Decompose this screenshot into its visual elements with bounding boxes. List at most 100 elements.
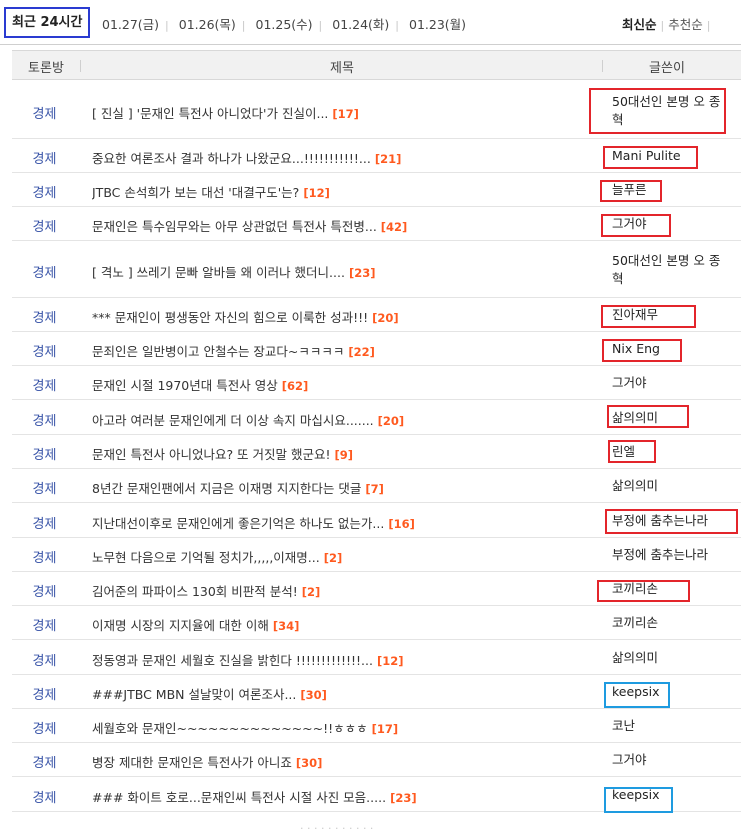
- comment-count[interactable]: [16]: [388, 517, 415, 531]
- comment-count[interactable]: [21]: [375, 152, 402, 166]
- comment-count[interactable]: [7]: [365, 482, 384, 496]
- board-category-link[interactable]: 경제: [12, 547, 77, 566]
- author-name[interactable]: 삶의의미: [612, 649, 741, 667]
- comment-count[interactable]: [20]: [372, 311, 399, 325]
- author-name[interactable]: 진아재무: [612, 306, 741, 324]
- author-name[interactable]: 린엘: [612, 443, 741, 461]
- post-title: 이재명 시장의 지지율에 대한 이해 [34]: [92, 615, 602, 634]
- post-title-link[interactable]: 문죄인은 일반병이고 안철수는 장교다~ㅋㅋㅋㅋ: [92, 344, 344, 359]
- comment-count[interactable]: [62]: [282, 379, 309, 393]
- author-name[interactable]: Mani Pulite: [612, 147, 741, 165]
- post-title-link[interactable]: *** 문재인이 평생동안 자신의 힘으로 이룩한 성과!!!: [92, 310, 368, 325]
- author-name[interactable]: 늘푸른: [612, 181, 741, 199]
- post-title-link[interactable]: 노무현 다음으로 기억될 정치가,,,,,이재명...: [92, 550, 320, 565]
- author-name[interactable]: keepsix: [612, 683, 741, 701]
- board-category-link[interactable]: 경제: [12, 375, 77, 394]
- tab-date-0127[interactable]: 01.27(금): [102, 17, 159, 32]
- comment-count[interactable]: [9]: [335, 448, 354, 462]
- board-category-link[interactable]: 경제: [12, 341, 77, 360]
- tab-date-0124[interactable]: 01.24(화): [332, 17, 389, 32]
- author-name[interactable]: Nix Eng: [612, 340, 741, 358]
- post-title-link[interactable]: 문재인은 특수임무와는 아무 상관없던 특전사 특전병...: [92, 219, 377, 234]
- comment-count[interactable]: [23]: [349, 266, 376, 280]
- comment-count[interactable]: [30]: [300, 688, 327, 702]
- post-title: 병장 제대한 문재인은 특전사가 아니죠 [30]: [92, 752, 602, 771]
- post-title-link[interactable]: 문재인 특전사 아니었나요? 또 거짓말 했군요!: [92, 447, 331, 462]
- author-name[interactable]: 50대선인 본명 오 종혁: [612, 252, 724, 288]
- post-title-link[interactable]: ###JTBC MBN 설날맞이 여론조사...: [92, 687, 296, 702]
- board-category-link[interactable]: 경제: [12, 650, 77, 669]
- post-title-link[interactable]: 중요한 여론조사 결과 하나가 나왔군요...!!!!!!!!!!!...: [92, 151, 371, 166]
- post-title-link[interactable]: [ 격노 ] 쓰레기 문빠 알바들 왜 이러나 했더니....: [92, 265, 345, 280]
- post-title: [ 격노 ] 쓰레기 문빠 알바들 왜 이러나 했더니.... [23]: [92, 262, 602, 281]
- author-name[interactable]: 부정에 춤추는나라: [612, 512, 741, 530]
- post-title: *** 문재인이 평생동안 자신의 힘으로 이룩한 성과!!! [20]: [92, 307, 602, 326]
- comment-count[interactable]: [17]: [372, 722, 399, 736]
- tab-recent-24h[interactable]: 최근 24시간: [4, 7, 91, 38]
- author-name[interactable]: 삶의의미: [612, 477, 741, 495]
- board-category-link[interactable]: 경제: [12, 513, 77, 532]
- date-filter-bar: 최근 24시간 01.27(금) | 01.26(목) | 01.25(수) | 01…: [0, 0, 741, 45]
- table-row: 경제 문죄인은 일반병이고 안철수는 장교다~ㅋㅋㅋㅋ [22] Nix Eng: [12, 332, 741, 366]
- sort-latest-link[interactable]: 최신순: [622, 17, 657, 32]
- comment-count[interactable]: [12]: [303, 186, 330, 200]
- author-name[interactable]: 코끼리손: [612, 580, 741, 598]
- divider: [80, 60, 81, 72]
- table-row: 경제 8년간 문재인팬에서 지금은 이재명 지지한다는 댓글 [7] 삶의의미: [12, 469, 741, 503]
- divider: |: [165, 19, 169, 32]
- post-title-link[interactable]: 지난대선이후로 문재인에게 좋은기억은 하나도 없는가...: [92, 516, 384, 531]
- post-title: 세월호와 문재인~~~~~~~~~~~~~~!!ㅎㅎㅎ [17]: [92, 718, 602, 737]
- post-title-link[interactable]: 아고라 여러분 문재인에게 더 이상 속지 마십시요.......: [92, 413, 374, 428]
- board-category-link[interactable]: 경제: [12, 787, 77, 806]
- comment-count[interactable]: [34]: [273, 619, 300, 633]
- post-title-link[interactable]: 이재명 시장의 지지율에 대한 이해: [92, 618, 269, 633]
- comment-count[interactable]: [2]: [324, 551, 343, 565]
- comment-count[interactable]: [30]: [296, 756, 323, 770]
- board-category-link[interactable]: 경제: [12, 478, 77, 497]
- board-category-link[interactable]: 경제: [12, 752, 77, 771]
- author-name[interactable]: 그거야: [612, 374, 741, 392]
- board-category-link[interactable]: 경제: [12, 262, 77, 281]
- author-name[interactable]: 50대선인 본명 오 종혁: [612, 93, 724, 129]
- board-category-link[interactable]: 경제: [12, 182, 77, 201]
- board-category-link[interactable]: 경제: [12, 615, 77, 634]
- post-title-link[interactable]: JTBC 손석희가 보는 대선 '대결구도'는?: [92, 185, 299, 200]
- author-name[interactable]: 코난: [612, 717, 741, 735]
- post-title-link[interactable]: ### 화이트 호로...문재인씨 특전사 시절 사진 모음.....: [92, 790, 386, 805]
- author-name[interactable]: 삶의의미: [612, 409, 741, 427]
- board-category-link[interactable]: 경제: [12, 581, 77, 600]
- author-name[interactable]: 그거야: [612, 751, 741, 769]
- tab-date-0125[interactable]: 01.25(수): [256, 17, 313, 32]
- comment-count[interactable]: [20]: [378, 414, 405, 428]
- tab-date-0123[interactable]: 01.23(월): [409, 17, 466, 32]
- post-title-link[interactable]: 정동영과 문재인 세월호 진실을 밝힌다 !!!!!!!!!!!!!...: [92, 653, 373, 668]
- board-category-link[interactable]: 경제: [12, 148, 77, 167]
- board-category-link[interactable]: 경제: [12, 307, 77, 326]
- post-title-link[interactable]: 병장 제대한 문재인은 특전사가 아니죠: [92, 755, 292, 770]
- comment-count[interactable]: [42]: [381, 220, 408, 234]
- table-row: 경제 아고라 여러분 문재인에게 더 이상 속지 마십시요....... [20] 삶…: [12, 400, 741, 435]
- board-category-link[interactable]: 경제: [12, 410, 77, 429]
- post-title-link[interactable]: 김어준의 파파이스 130회 비판적 분석!: [92, 584, 298, 599]
- board-category-link[interactable]: 경제: [12, 216, 77, 235]
- board-category-link[interactable]: 경제: [12, 684, 77, 703]
- author-name[interactable]: 코끼리손: [612, 614, 741, 632]
- tab-date-0126[interactable]: 01.26(목): [179, 17, 236, 32]
- comment-count[interactable]: [23]: [390, 791, 417, 805]
- post-title-link[interactable]: 8년간 문재인팬에서 지금은 이재명 지지한다는 댓글: [92, 481, 361, 496]
- board-category-link[interactable]: 경제: [12, 718, 77, 737]
- comment-count[interactable]: [12]: [377, 654, 404, 668]
- comment-count[interactable]: [17]: [332, 107, 359, 121]
- post-title-link[interactable]: 문재인 시절 1970년대 특전사 영상: [92, 378, 278, 393]
- board-category-link[interactable]: 경제: [12, 444, 77, 463]
- post-title-link[interactable]: [ 진실 ] '문재인 특전사 아니었다'가 진실이...: [92, 106, 328, 121]
- author-name[interactable]: 부정에 춤추는나라: [612, 546, 741, 564]
- board-category-link[interactable]: 경제: [12, 103, 77, 122]
- author-name[interactable]: 그거야: [612, 215, 741, 233]
- comment-count[interactable]: [22]: [348, 345, 375, 359]
- sort-recommend-link[interactable]: 추천순: [668, 17, 703, 32]
- date-tabs: 01.27(금) | 01.26(목) | 01.25(수) | 01.24(화) | …: [102, 14, 466, 33]
- comment-count[interactable]: [2]: [302, 585, 321, 599]
- post-title-link[interactable]: 세월호와 문재인~~~~~~~~~~~~~~!!ㅎㅎㅎ: [92, 721, 368, 736]
- author-name[interactable]: keepsix: [612, 786, 741, 804]
